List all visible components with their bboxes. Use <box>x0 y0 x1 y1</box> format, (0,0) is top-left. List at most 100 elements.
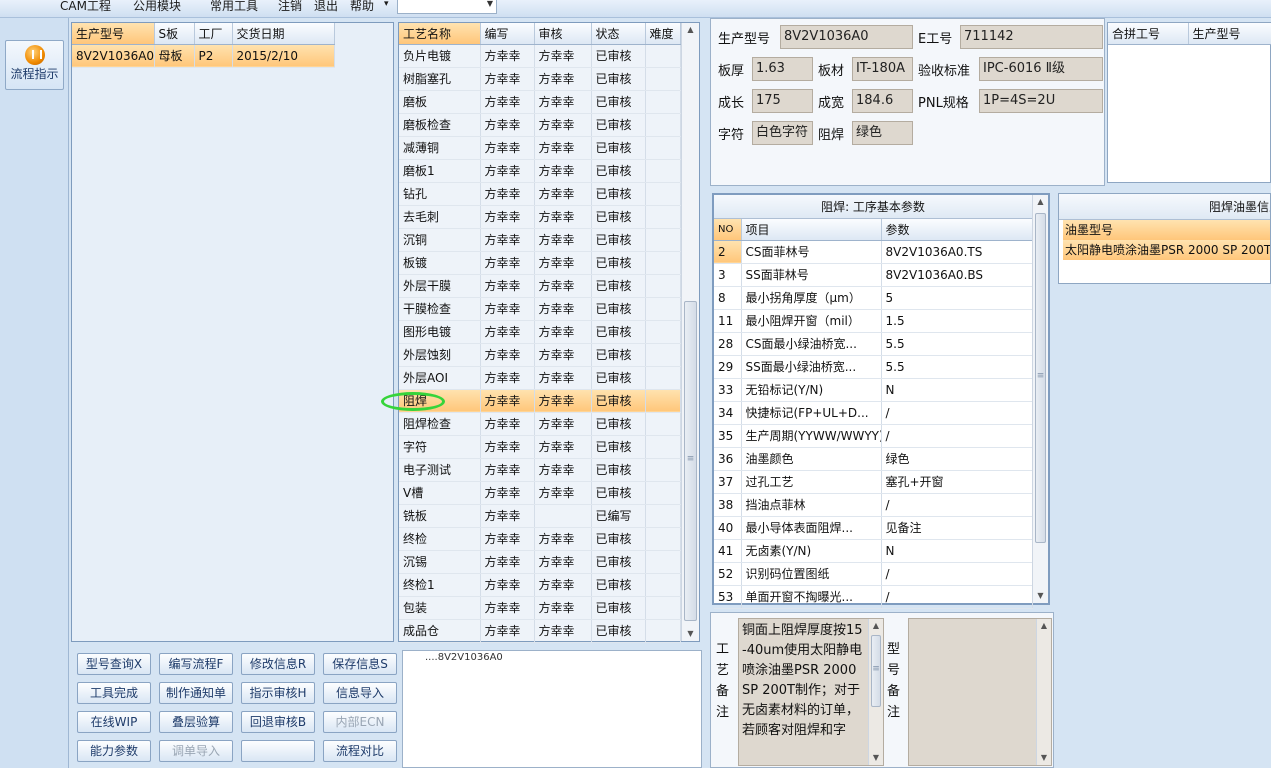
table-row[interactable]: 40 最小导体表面阻焊... 见备注 <box>714 516 1033 540</box>
menu-tools[interactable]: 常用工具 <box>210 0 258 14</box>
column-header[interactable]: S板 <box>154 23 195 45</box>
flow-guide-button[interactable]: 流程指示 <box>5 40 64 90</box>
table-row[interactable]: 37 过孔工艺 塞孔+开窗 <box>714 470 1033 494</box>
column-header[interactable]: 审核 <box>534 23 592 45</box>
scroll-thumb[interactable] <box>684 301 697 621</box>
chevron-down-icon[interactable]: ▼ <box>487 0 493 8</box>
material-field[interactable]: IT-180A <box>852 57 913 81</box>
table-row[interactable]: 磨板1 方幸幸 方幸幸 已审核 <box>399 159 681 183</box>
ink-row[interactable]: 太阳静电喷涂油墨PSR 2000 SP 200T <box>1063 240 1270 260</box>
menu-common-module[interactable]: 公用模块 <box>133 0 181 14</box>
table-row[interactable]: 2 CS面菲林号 8V2V1036A0.TS <box>714 240 1033 264</box>
char-field[interactable]: 白色字符 <box>752 121 813 145</box>
column-header[interactable]: 交货日期 <box>232 23 335 45</box>
table-row[interactable]: 41 无卤素(Y/N) N <box>714 539 1033 563</box>
table-row[interactable]: 电子测试 方幸幸 方幸幸 已审核 <box>399 458 681 482</box>
table-row[interactable]: 外层干膜 方幸幸 方幸幸 已审核 <box>399 274 681 298</box>
menu-help[interactable]: 帮助 <box>350 0 374 14</box>
remark-scrollbar[interactable]: ▲ ▼ <box>868 619 883 765</box>
table-row[interactable]: 28 CS面最小绿油桥宽... 5.5 <box>714 332 1033 356</box>
action-button[interactable]: 回退审核B <box>241 711 315 733</box>
table-row[interactable]: 阻焊检查 方幸幸 方幸幸 已审核 <box>399 412 681 436</box>
table-row[interactable]: 干膜检查 方幸幸 方幸幸 已审核 <box>399 297 681 321</box>
model-remark-box[interactable]: ▲ ▼ <box>908 618 1052 766</box>
table-row[interactable]: 成品仓 方幸幸 方幸幸 已审核 <box>399 619 681 643</box>
column-header[interactable]: 参数 <box>881 219 1033 241</box>
length-field[interactable]: 175 <box>752 89 813 113</box>
column-header[interactable]: 合拼工号 <box>1108 23 1189 45</box>
table-row[interactable]: 8V2V1036A0 母板 P2 2015/2/10 <box>72 44 335 68</box>
scroll-down-icon[interactable]: ▼ <box>869 751 883 765</box>
table-row[interactable]: 36 油墨颜色 绿色 <box>714 447 1033 471</box>
scroll-thumb[interactable] <box>871 635 881 707</box>
action-button[interactable]: 调单导入 <box>159 740 233 762</box>
toolbar-combo[interactable]: ▼ <box>397 0 497 14</box>
width-field[interactable]: 184.6 <box>852 89 913 113</box>
scroll-up-icon[interactable]: ▲ <box>1033 195 1048 209</box>
table-row[interactable]: 52 识别码位置图纸 / <box>714 562 1033 586</box>
scroll-up-icon[interactable]: ▲ <box>1037 619 1051 633</box>
ink-header[interactable]: 油墨型号 <box>1063 220 1270 240</box>
table-row[interactable]: 35 生产周期(YYWW/WWYY) / <box>714 424 1033 448</box>
table-row[interactable]: 图形电镀 方幸幸 方幸幸 已审核 <box>399 320 681 344</box>
table-row[interactable]: 钻孔 方幸幸 方幸幸 已审核 <box>399 182 681 206</box>
params-scrollbar[interactable]: ▲ ▼ <box>1032 195 1048 603</box>
table-row[interactable]: 去毛刺 方幸幸 方幸幸 已审核 <box>399 205 681 229</box>
column-header[interactable]: 难度 <box>645 23 681 45</box>
column-header[interactable]: 生产型号 <box>1188 23 1271 45</box>
table-row[interactable]: 29 SS面最小绿油桥宽... 5.5 <box>714 355 1033 379</box>
table-row[interactable]: 53 单面开窗不掏曝光... / <box>714 585 1033 609</box>
table-row[interactable]: 板镀 方幸幸 方幸幸 已审核 <box>399 251 681 275</box>
action-button[interactable]: 流程对比 <box>323 740 397 762</box>
mask-field[interactable]: 绿色 <box>852 121 913 145</box>
action-button[interactable]: 指示审核H <box>241 682 315 704</box>
standard-field[interactable]: IPC-6016 Ⅱ级 <box>979 57 1103 81</box>
action-button[interactable]: 保存信息S <box>323 653 397 675</box>
table-row[interactable]: 34 快捷标记(FP+UL+D... / <box>714 401 1033 425</box>
table-row[interactable]: 38 挡油点菲林 / <box>714 493 1033 517</box>
action-button[interactable]: 在线WIP <box>77 711 151 733</box>
table-row[interactable]: 外层AOI 方幸幸 方幸幸 已审核 <box>399 366 681 390</box>
table-row[interactable]: 磨板检查 方幸幸 方幸幸 已审核 <box>399 113 681 137</box>
scroll-down-icon[interactable]: ▼ <box>1033 589 1048 603</box>
scroll-thumb[interactable] <box>1035 213 1046 543</box>
scroll-down-icon[interactable]: ▼ <box>682 627 699 641</box>
column-header[interactable]: 工艺名称 <box>399 23 481 45</box>
column-header[interactable]: 项目 <box>741 219 882 241</box>
model-field[interactable]: 8V2V1036A0 <box>780 25 913 49</box>
table-row[interactable]: 减薄铜 方幸幸 方幸幸 已审核 <box>399 136 681 160</box>
table-row[interactable]: V槽 方幸幸 方幸幸 已审核 <box>399 481 681 505</box>
e-no-field[interactable]: 711142 <box>960 25 1103 49</box>
action-button[interactable] <box>241 740 315 762</box>
table-row[interactable]: 磨板 方幸幸 方幸幸 已审核 <box>399 90 681 114</box>
action-button[interactable]: 叠层验算 <box>159 711 233 733</box>
model-remark-scrollbar[interactable]: ▲ ▼ <box>1036 619 1051 765</box>
table-row[interactable]: 终检 方幸幸 方幸幸 已审核 <box>399 527 681 551</box>
column-header[interactable]: 编写 <box>480 23 535 45</box>
table-row[interactable]: 11 最小阻焊开窗（mil） 1.5 <box>714 309 1033 333</box>
table-row[interactable]: 负片电镀 方幸幸 方幸幸 已审核 <box>399 44 681 68</box>
table-row[interactable]: 8 最小拐角厚度（μm） 5 <box>714 286 1033 310</box>
column-header[interactable]: 状态 <box>591 23 646 45</box>
scroll-up-icon[interactable]: ▲ <box>682 23 699 37</box>
table-row[interactable]: 字符 方幸幸 方幸幸 已审核 <box>399 435 681 459</box>
note-box[interactable]: ....8V2V1036A0 <box>402 650 702 768</box>
action-button[interactable]: 型号查询X <box>77 653 151 675</box>
column-header[interactable]: 工厂 <box>194 23 233 45</box>
scroll-up-icon[interactable]: ▲ <box>869 619 883 633</box>
process-remark-box[interactable]: 铜面上阻焊厚度按15-40um使用太阳静电喷涂油墨PSR 2000 SP 200… <box>738 618 884 766</box>
menu-logout[interactable]: 注销 <box>278 0 302 14</box>
menu-cam[interactable]: CAM工程 <box>60 0 111 14</box>
scroll-down-icon[interactable]: ▼ <box>1037 751 1051 765</box>
action-button[interactable]: 能力参数 <box>77 740 151 762</box>
column-header[interactable]: 生产型号 <box>72 23 155 45</box>
table-row[interactable]: 铣板 方幸幸 已编写 <box>399 504 681 528</box>
table-row[interactable]: 33 无铅标记(Y/N) N <box>714 378 1033 402</box>
table-row[interactable]: 终检1 方幸幸 方幸幸 已审核 <box>399 573 681 597</box>
action-button[interactable]: 制作通知单 <box>159 682 233 704</box>
table-row[interactable]: 包装 方幸幸 方幸幸 已审核 <box>399 596 681 620</box>
process-scrollbar[interactable]: ▲ ▼ <box>681 23 699 641</box>
menu-exit[interactable]: 退出 <box>314 0 338 14</box>
action-button[interactable]: 内部ECN <box>323 711 397 733</box>
action-button[interactable]: 编写流程F <box>159 653 233 675</box>
